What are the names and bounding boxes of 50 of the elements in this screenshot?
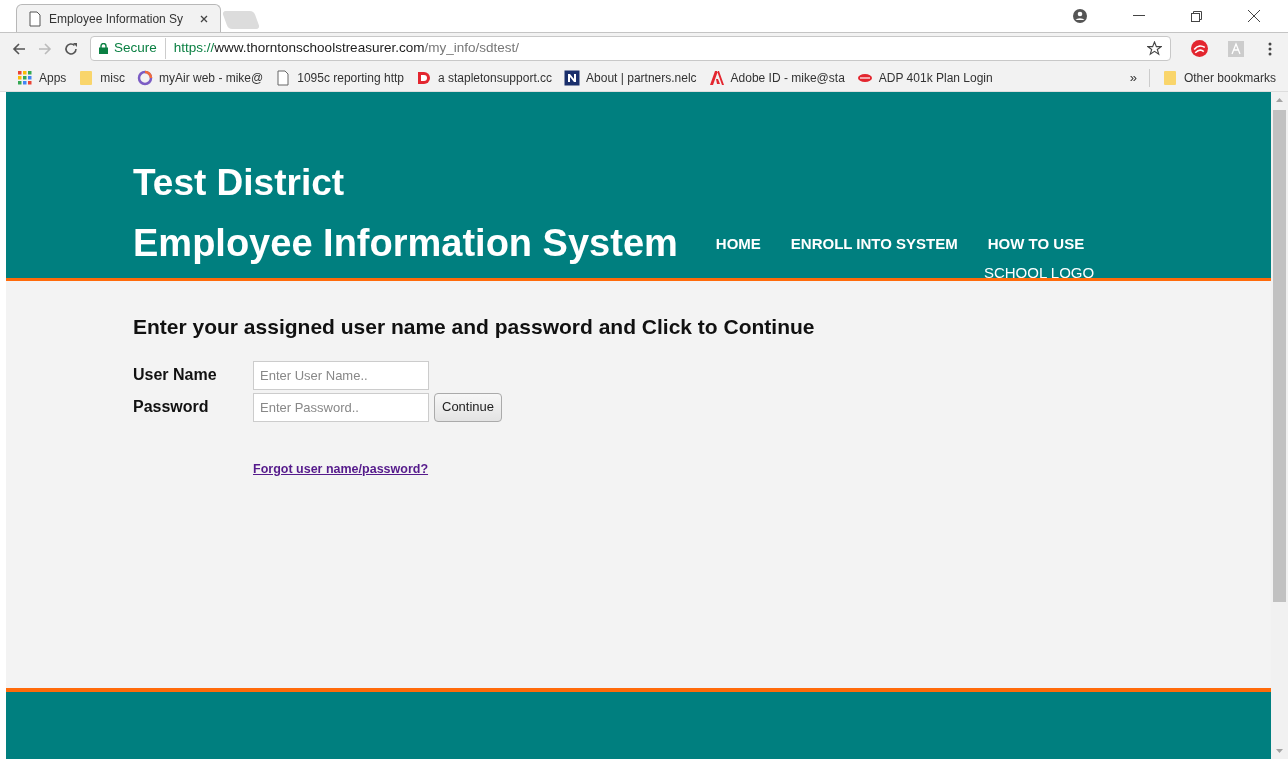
- close-icon[interactable]: [200, 14, 208, 23]
- n-square-icon: [564, 69, 581, 86]
- page-icon: [29, 10, 41, 27]
- lock-icon: [99, 43, 108, 54]
- folder-icon: [1161, 69, 1178, 86]
- close-icon[interactable]: [1248, 10, 1260, 22]
- swirl-extension-icon[interactable]: [1191, 40, 1208, 57]
- forgot-password-link[interactable]: Forgot user name/password?: [253, 459, 429, 479]
- bookmarks-overflow[interactable]: »: [1129, 67, 1137, 88]
- menu-icon[interactable]: [1268, 41, 1272, 56]
- folder-icon: [78, 69, 95, 86]
- back-arrow-icon[interactable]: [12, 41, 26, 56]
- bookmark-item[interactable]: Adobe ID - mike@sta: [708, 68, 845, 87]
- school-logo-text: SCHOOL LOGO: [983, 262, 1095, 283]
- bookmark-item[interactable]: a stapletonsupport.cc: [416, 68, 553, 87]
- secure-label: Secure: [114, 38, 166, 59]
- site-title: Test District: [133, 161, 346, 205]
- login-heading: Enter your assigned user name and password and Click to Continue: [133, 314, 816, 340]
- reload-icon[interactable]: [64, 41, 78, 56]
- text-field[interactable]: Enter User Name..: [253, 360, 429, 390]
- scrollbar-thumb[interactable]: [1273, 110, 1286, 602]
- url-text: https://www.thorntonschoolstreasurer.com/my_info/sdtest/: [173, 39, 519, 58]
- ring-icon: [137, 69, 154, 86]
- browser-tab[interactable]: Employee Information Sy: [16, 4, 221, 32]
- bookmark-item[interactable]: Other bookmarks: [1148, 68, 1276, 87]
- field-label: User Name: [133, 365, 218, 385]
- nav-link[interactable]: HOW TO USE: [987, 233, 1085, 256]
- bookmark-item[interactable]: 1095c reporting http: [275, 68, 404, 87]
- adobe-triangle-icon: [708, 69, 725, 86]
- bookmark-item[interactable]: About | partners.nelc: [564, 68, 697, 87]
- d-letter-icon: [416, 69, 432, 86]
- continue-button[interactable]: Continue: [434, 392, 503, 422]
- bookmark-item[interactable]: Apps: [17, 68, 67, 87]
- scrollbar[interactable]: [1271, 92, 1288, 759]
- user-account-icon[interactable]: [1073, 9, 1087, 23]
- page-icon: [275, 69, 292, 86]
- apps-grid-icon: [17, 69, 33, 86]
- address-bar[interactable]: Secure https://www.thorntonschoolstreasurer.com/my_info/sdtest/: [90, 36, 1171, 61]
- nav-link[interactable]: ENROLL INTO SYSTEM: [790, 233, 958, 256]
- bookmark-item[interactable]: misc: [78, 68, 126, 87]
- nav-link[interactable]: HOME: [715, 233, 761, 256]
- restore-icon[interactable]: [1191, 10, 1202, 22]
- bookmark-item[interactable]: ADP 401k Plan Login: [856, 68, 993, 87]
- star-icon[interactable]: [1147, 41, 1162, 56]
- minimize-icon[interactable]: [1133, 15, 1145, 17]
- site-subtitle: Employee Information System: [133, 221, 678, 265]
- field-label: Password: [133, 397, 210, 417]
- bookmark-item[interactable]: myAir web - mike@: [137, 68, 264, 87]
- text-field[interactable]: Enter Password..: [253, 392, 429, 422]
- tab-title: Employee Information Sy: [49, 10, 185, 28]
